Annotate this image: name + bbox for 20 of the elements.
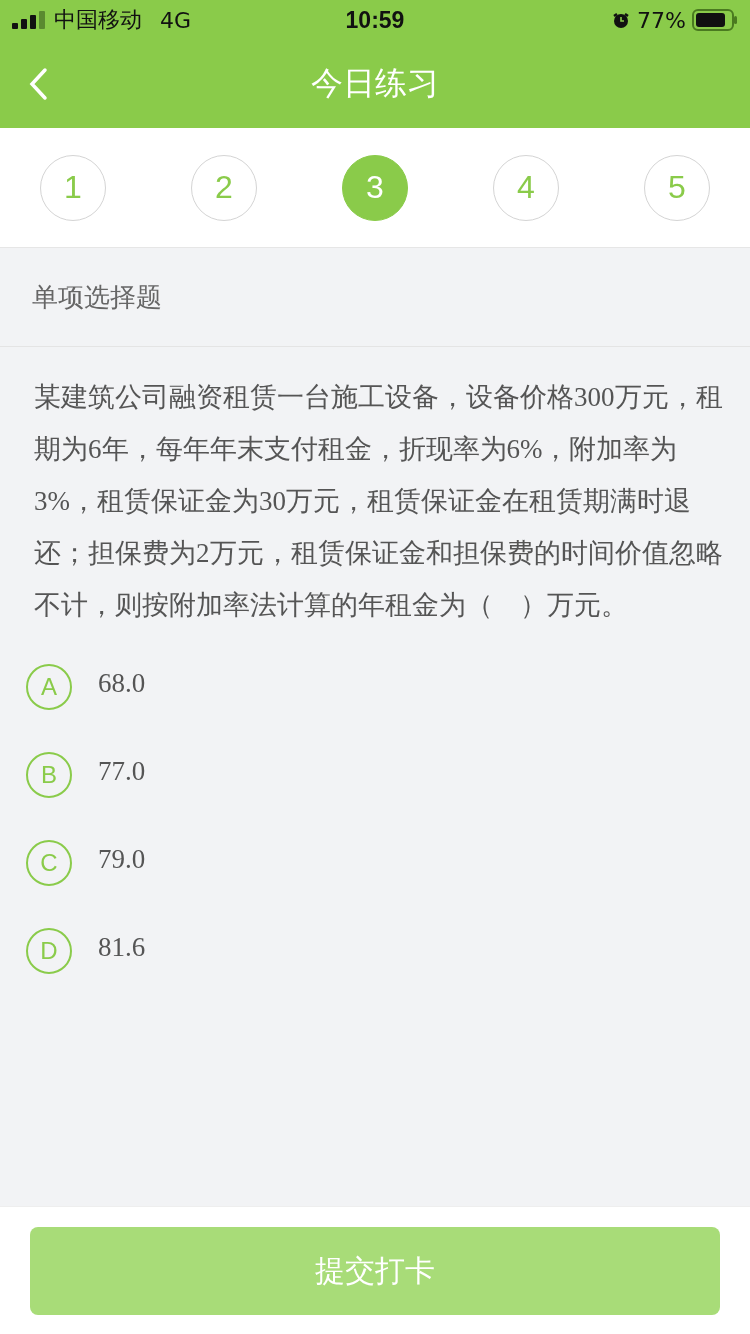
back-chevron-icon <box>28 67 48 101</box>
answer-option[interactable]: C 79.0 <box>26 819 146 907</box>
answer-option[interactable]: B 77.0 <box>26 731 146 819</box>
question-text: 某建筑公司融资租赁一台施工设备，设备价格300万元，租期为6年，每年年末支付租金，折现率为6%，附加率为3%，租赁保证金为30万元，租赁保证金在租赁期满时退还；担保费为2万元，租赁保证金和担保费的时间价值忽略不计，则按附加率法计算的年租金为（ ）万元。 <box>34 381 724 622</box>
page-title: 今日练习 <box>311 63 439 104</box>
question-step[interactable]: 1 <box>40 154 106 221</box>
question-type-label: 单项选择题 <box>0 248 750 347</box>
battery-icon <box>692 9 738 31</box>
submit-button[interactable]: 提交打卡 <box>30 1227 720 1315</box>
question-step[interactable]: 3 <box>342 154 408 221</box>
carrier-name: 中国移动 <box>54 6 142 34</box>
clock-time: 10:59 <box>345 6 405 34</box>
question-step[interactable]: 2 <box>191 154 257 221</box>
question-step[interactable]: 5 <box>644 154 710 221</box>
question-step[interactable]: 4 <box>493 154 559 221</box>
battery-percent: 77% <box>637 7 686 33</box>
answer-option[interactable]: D 81.6 <box>26 907 146 995</box>
network-type: 4G <box>160 7 192 33</box>
answer-option[interactable]: A 68.0 <box>26 643 146 731</box>
signal-icon <box>12 11 46 29</box>
